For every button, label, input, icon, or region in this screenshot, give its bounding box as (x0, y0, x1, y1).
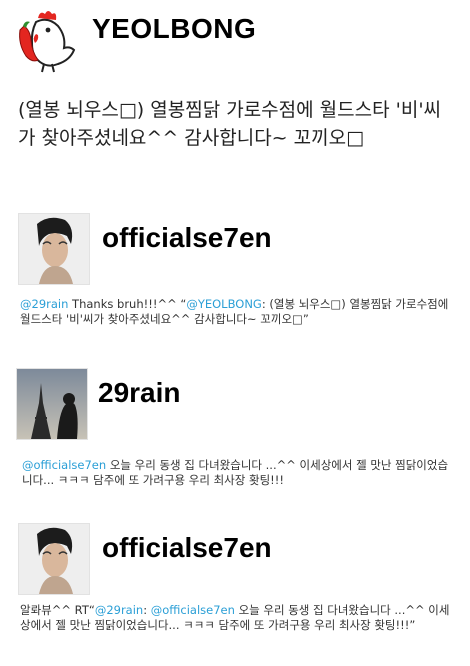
tweet-body: 알롸뷰^^ RT“@29rain: @officialse7en 오늘 우리 동… (20, 603, 450, 633)
username[interactable]: officialse7en (102, 531, 272, 565)
mention-link[interactable]: @officialse7en (151, 603, 235, 617)
mention-link[interactable]: @29rain (95, 603, 143, 617)
username[interactable]: 29rain (98, 376, 181, 410)
tweet-body: @officialse7en 오늘 우리 동생 집 다녀왔습니다 ...^^ 이… (22, 458, 450, 488)
tweet-text: Thanks bruh!!!^^ “ (68, 297, 187, 311)
tweet-29rain: 29rain @officialse7en 오늘 우리 동생 집 다녀왔습니다 … (0, 360, 470, 510)
tweet-officialse7en-1: officialse7en @29rain Thanks bruh!!!^^ “… (0, 205, 470, 355)
avatar[interactable] (16, 368, 88, 440)
tweet-body: @29rain Thanks bruh!!!^^ “@YEOLBONG: (열봉… (20, 297, 450, 327)
mention-link[interactable]: @YEOLBONG (186, 297, 262, 311)
username[interactable]: officialse7en (102, 221, 272, 255)
tweet-body: (열봉 뇌우스□) 열봉찜닭 가로수점에 월드스타 '비'씨가 찾아주셨네요^^… (18, 96, 458, 152)
mention-link[interactable]: @29rain (20, 297, 68, 311)
avatar[interactable] (18, 523, 90, 595)
tweet-text: : (143, 603, 151, 617)
avatar[interactable] (18, 213, 90, 285)
tweet-text: (열봉 뇌우스□) 열봉찜닭 가로수점에 월드스타 '비'씨가 찾아주셨네요^^… (18, 99, 442, 149)
username[interactable]: YEOLBONG (92, 12, 256, 46)
tweet-text: 알롸뷰^^ RT“ (20, 603, 95, 617)
tweet-yeolbong: YEOLBONG (열봉 뇌우스□) 열봉찜닭 가로수점에 월드스타 '비'씨가… (0, 0, 470, 200)
mention-link[interactable]: @officialse7en (22, 458, 106, 472)
rooster-logo-icon[interactable] (14, 8, 76, 74)
tweet-officialse7en-2: officialse7en 알롸뷰^^ RT“@29rain: @officia… (0, 515, 470, 666)
